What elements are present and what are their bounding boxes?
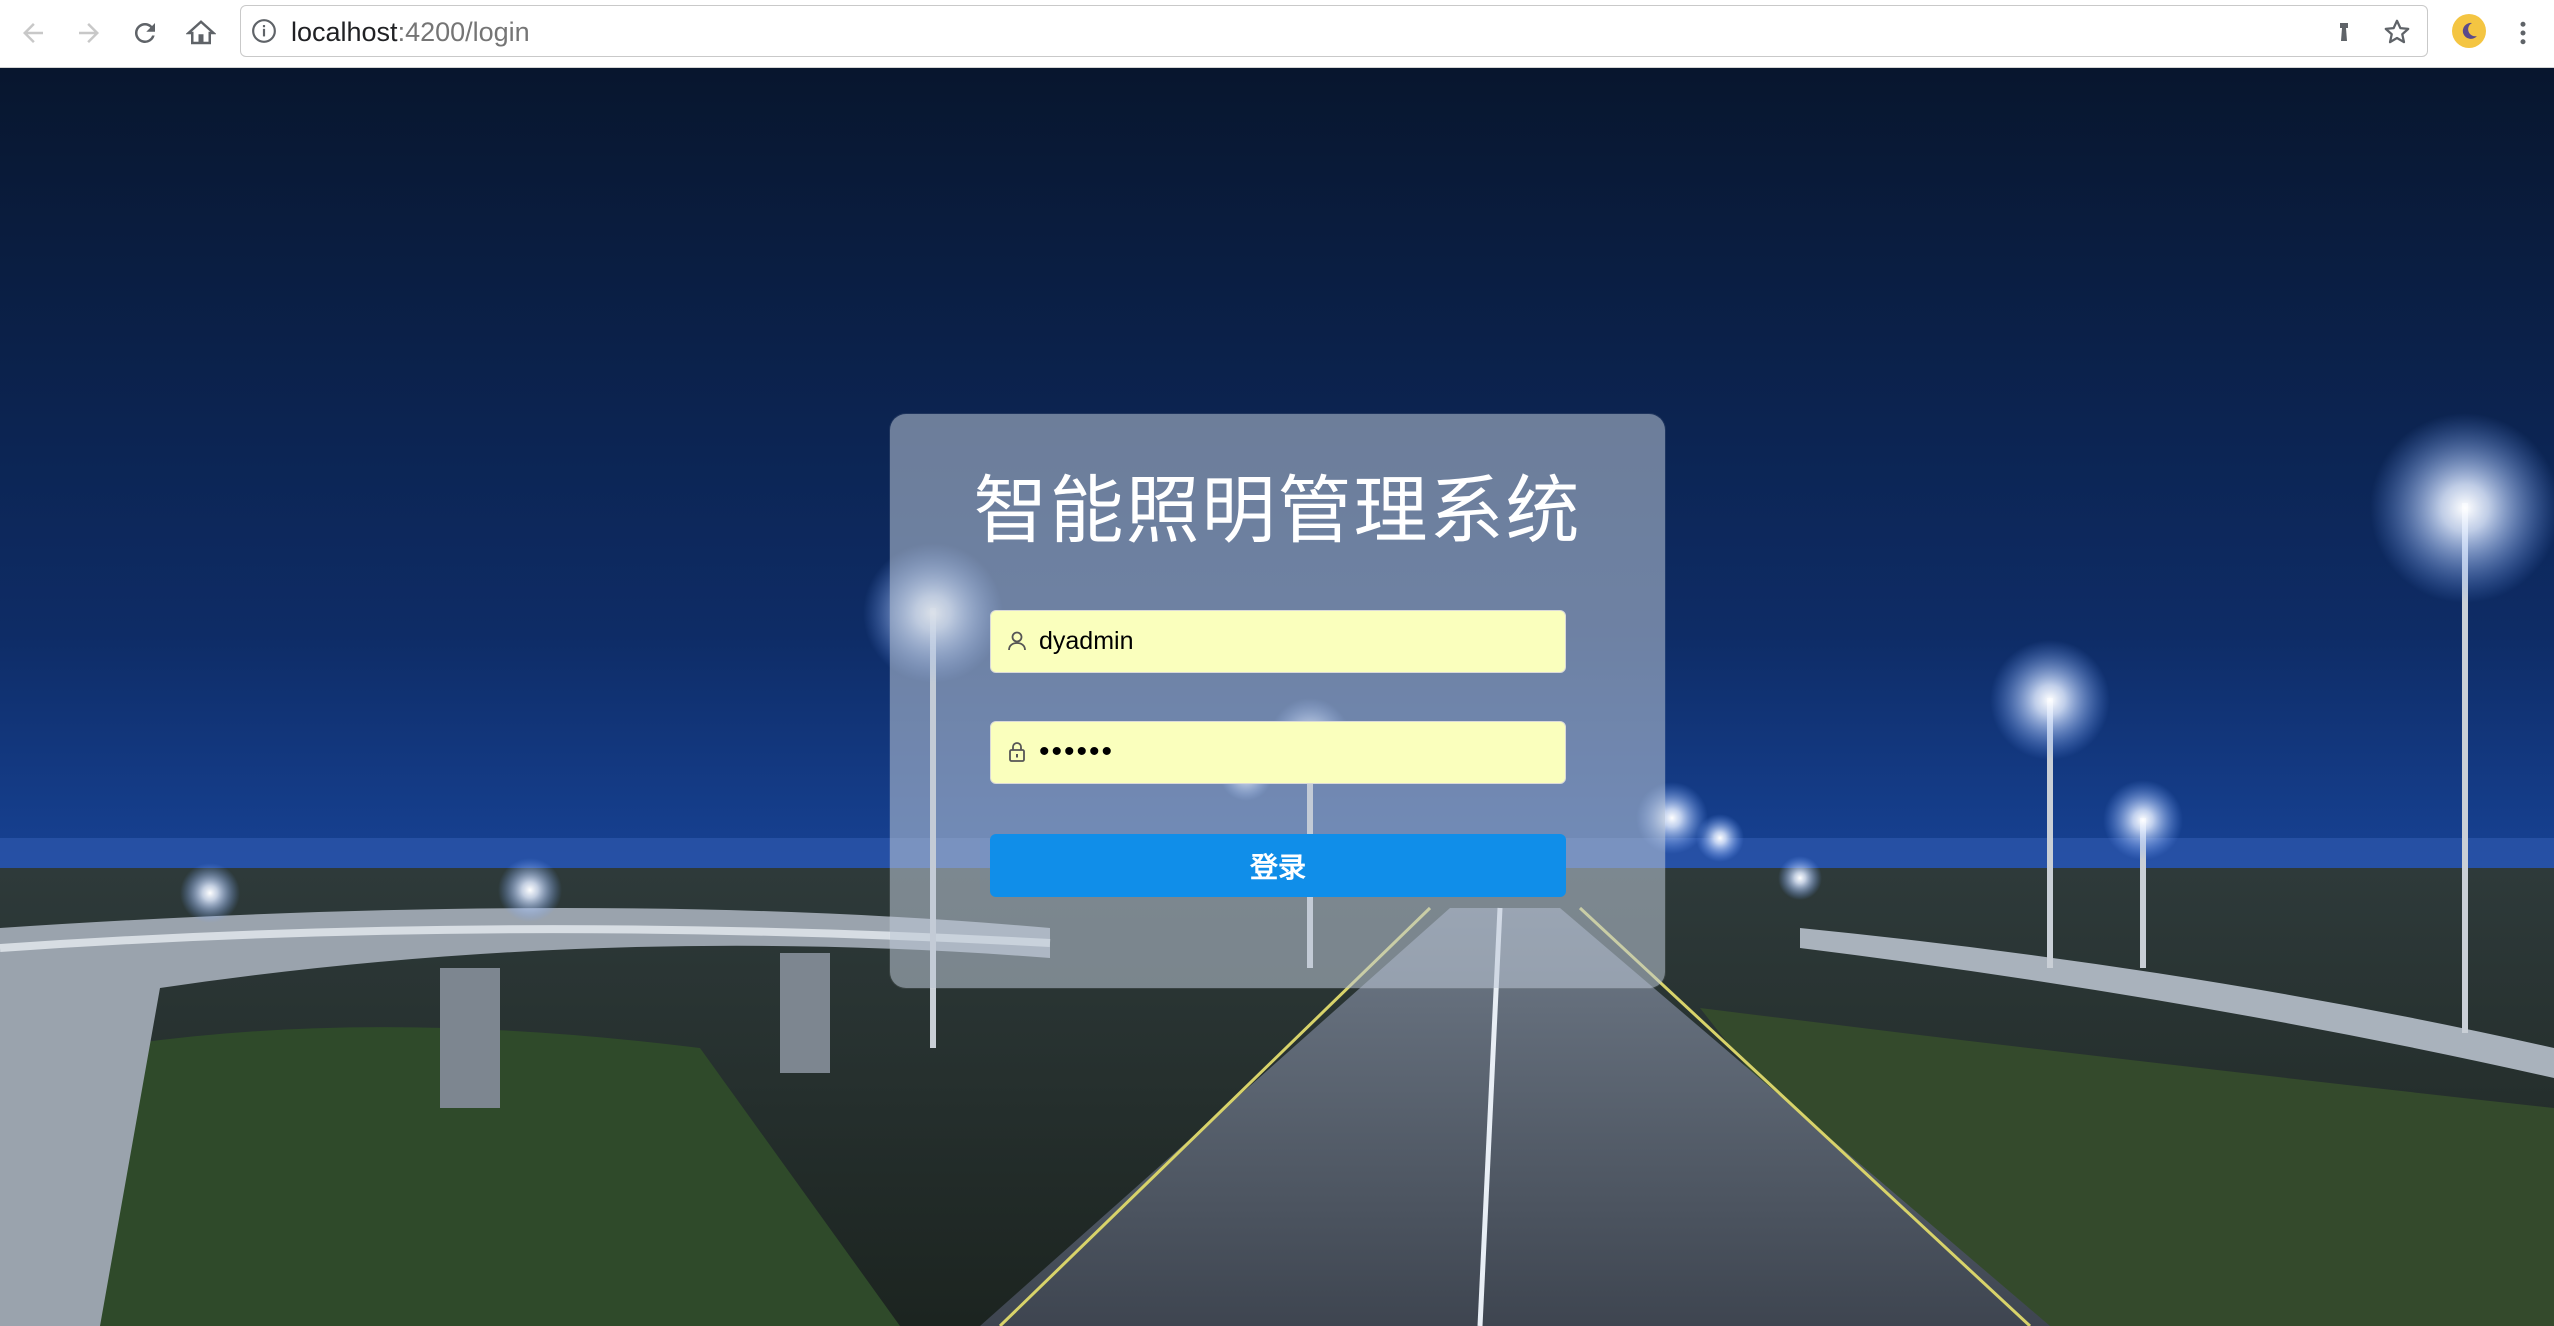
login-card: 智能照明管理系统 登录 bbox=[890, 414, 1665, 988]
forward-button[interactable] bbox=[68, 12, 110, 54]
home-button[interactable] bbox=[180, 12, 222, 54]
page-title: 智能照明管理系统 bbox=[973, 468, 1582, 554]
extension-button[interactable] bbox=[2452, 14, 2486, 48]
login-button[interactable]: 登录 bbox=[990, 834, 1566, 897]
moon-extension-icon bbox=[2462, 22, 2477, 39]
address-bar[interactable]: localhost:4200/login bbox=[240, 5, 2428, 57]
lock-icon bbox=[1009, 742, 1025, 762]
password-field[interactable] bbox=[990, 721, 1566, 784]
home-icon bbox=[186, 20, 216, 45]
browser-toolbar: localhost:4200/login bbox=[0, 0, 2554, 68]
username-field[interactable] bbox=[990, 610, 1566, 673]
url-host: localhost bbox=[291, 17, 398, 47]
lighthouse-button[interactable] bbox=[2328, 16, 2360, 48]
reload-button[interactable] bbox=[124, 12, 166, 54]
lighthouse-icon bbox=[2340, 23, 2348, 41]
forward-icon bbox=[79, 23, 99, 43]
password-input[interactable] bbox=[1039, 722, 1549, 782]
username-input[interactable] bbox=[1039, 611, 1549, 671]
bookmark-button[interactable] bbox=[2381, 16, 2413, 48]
star-icon bbox=[2384, 19, 2410, 44]
back-button[interactable] bbox=[12, 12, 54, 54]
browser-menu-button[interactable] bbox=[2508, 12, 2538, 54]
url-text[interactable]: localhost:4200/login bbox=[291, 17, 530, 47]
info-icon[interactable] bbox=[251, 18, 277, 44]
more-vert-icon bbox=[2520, 21, 2526, 45]
reload-icon bbox=[134, 22, 155, 43]
url-path: :4200/login bbox=[397, 17, 530, 47]
back-icon bbox=[23, 23, 43, 43]
user-icon bbox=[1008, 631, 1026, 651]
